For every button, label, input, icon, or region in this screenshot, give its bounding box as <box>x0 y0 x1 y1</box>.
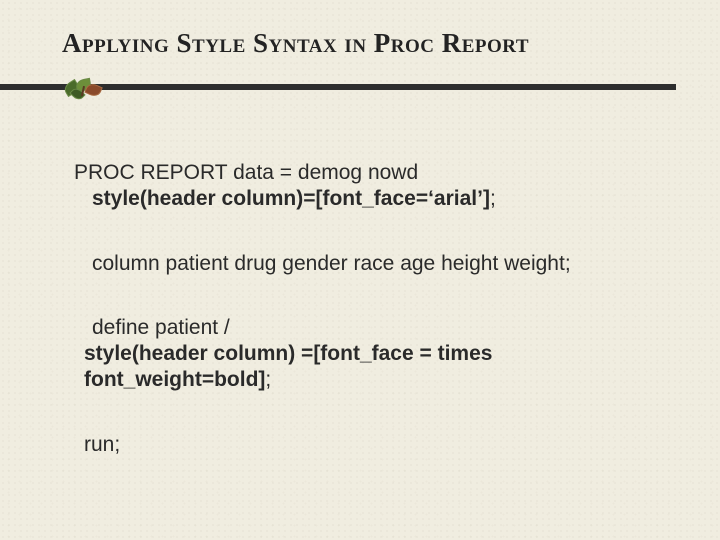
code-line: column patient drug gender race age heig… <box>74 251 660 277</box>
slide-title: Applying Style Syntax in Proc Report <box>62 28 700 59</box>
leaf-ornament-icon <box>64 76 102 98</box>
code-line: style(header column) =[font_face = times… <box>74 341 660 394</box>
code-body: PROC REPORT data = demog nowd style(head… <box>74 160 660 458</box>
slide: Applying Style Syntax in Proc Report PRO… <box>0 0 720 540</box>
code-line: run; <box>74 432 660 458</box>
title-rule <box>0 76 676 98</box>
bold-style-option: style(header column)=[font_face=‘arial’] <box>92 187 490 210</box>
semicolon: ; <box>490 187 496 210</box>
semicolon: ; <box>265 368 271 391</box>
code-line: PROC REPORT data = demog nowd <box>74 160 660 186</box>
code-line: style(header column)=[font_face=‘arial’]… <box>74 186 660 212</box>
code-line: define patient / <box>74 315 660 341</box>
bold-style-option: style(header column) =[font_face = times… <box>84 342 492 391</box>
